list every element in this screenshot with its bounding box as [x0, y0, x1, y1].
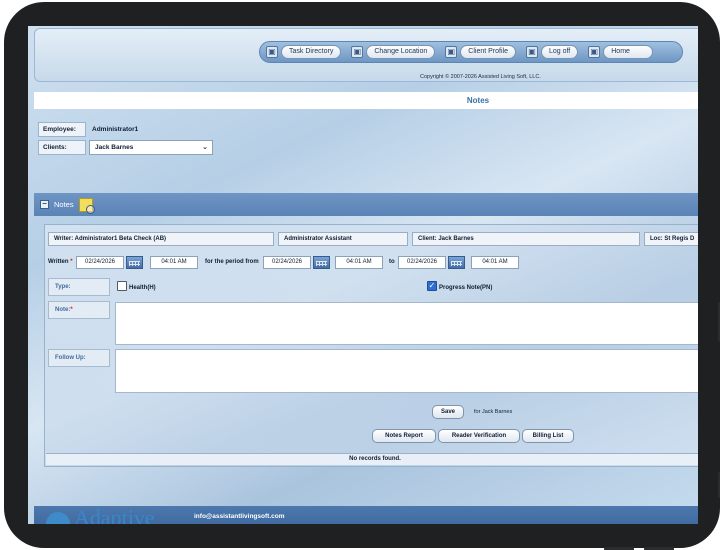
calendar-icon[interactable]: [126, 256, 143, 269]
billing-list-button[interactable]: Billing List: [522, 429, 574, 443]
employee-value: Administrator1: [92, 126, 139, 133]
writer-info: Writer: Administrator1 Beta Check (AB): [48, 232, 274, 246]
app-header: ▣ Task Directory ▣ Change Location ▣ Cli…: [34, 28, 698, 82]
nav-change-location[interactable]: ▣ Change Location: [351, 45, 436, 59]
search-notes-icon[interactable]: [78, 197, 95, 214]
app-window-icon: ▣: [525, 46, 538, 58]
nav-label: Client Profile: [460, 45, 516, 59]
written-label: Written *: [48, 259, 73, 265]
from-date-input[interactable]: 02/24/2026: [263, 256, 311, 269]
location-info: Loc: St Regis D: [644, 232, 698, 246]
to-time-input[interactable]: 04:01 AM: [471, 256, 519, 269]
notes-section-label: Notes: [54, 200, 74, 209]
app-window-icon: ▣: [588, 46, 601, 58]
reader-verification-button[interactable]: Reader Verification: [438, 429, 520, 443]
app-window-icon: ▣: [351, 46, 364, 58]
save-button[interactable]: Save: [432, 405, 464, 419]
app-window-icon: ▣: [266, 46, 278, 58]
written-date-input[interactable]: 02/24/2026: [76, 256, 124, 269]
app-window-icon: ▣: [445, 46, 458, 58]
nav-client-profile[interactable]: ▣ Client Profile: [445, 45, 516, 59]
brand-name: Adaptive: [74, 505, 155, 525]
note-textarea[interactable]: [115, 302, 698, 345]
clients-selected-value: Jack Barnes: [95, 144, 134, 151]
nav-label: Change Location: [366, 45, 436, 59]
app-screen: ▣ Task Directory ▣ Change Location ▣ Cli…: [28, 26, 698, 524]
clients-label: Clients:: [38, 140, 86, 155]
tablet-frame: ▣ Task Directory ▣ Change Location ▣ Cli…: [4, 2, 720, 550]
written-label-text: Written: [48, 259, 69, 265]
nav-label: Log off: [540, 45, 579, 59]
records-status: No records found.: [46, 453, 698, 465]
top-nav: ▣ Task Directory ▣ Change Location ▣ Cli…: [259, 41, 683, 63]
to-date-input[interactable]: 02/24/2026: [398, 256, 446, 269]
nav-home[interactable]: ▣ Home: [588, 45, 653, 59]
health-checkbox[interactable]: [117, 281, 127, 291]
client-info: Client: Jack Barnes: [412, 232, 640, 246]
save-hint: for Jack Barnes: [474, 409, 513, 415]
progress-note-checkbox[interactable]: ✓: [427, 281, 437, 291]
page-title: Notes: [34, 92, 698, 109]
app-footer: Adaptive info@assistantlivingsoft.com: [34, 506, 698, 524]
required-marker: *: [70, 307, 73, 313]
calendar-icon[interactable]: [448, 256, 465, 269]
follow-up-label: Follow Up:: [48, 349, 110, 367]
adaptive-logo-icon: [46, 512, 70, 524]
nav-label: Task Directory: [281, 45, 342, 59]
type-label: Type:: [48, 278, 110, 296]
notes-section-header: − Notes: [34, 193, 698, 216]
follow-up-textarea[interactable]: [115, 349, 698, 393]
written-time-input[interactable]: 04:01 AM: [150, 256, 198, 269]
nav-label: Home: [603, 45, 653, 59]
collapse-icon[interactable]: −: [40, 200, 49, 209]
health-label: Health(H): [129, 285, 156, 291]
note-label-text: Note:: [55, 307, 71, 313]
calendar-icon[interactable]: [313, 256, 330, 269]
note-label: Note:*: [48, 301, 110, 319]
copyright-text: Copyright © 2007-2026 Assisted Living So…: [420, 74, 541, 80]
period-label: for the period from: [205, 259, 259, 265]
required-marker: *: [70, 259, 73, 265]
progress-note-label: Progress Note(PN): [439, 285, 493, 291]
to-label: to: [389, 259, 395, 265]
from-time-input[interactable]: 04:01 AM: [335, 256, 383, 269]
clients-select[interactable]: Jack Barnes ⌄: [89, 140, 213, 155]
contact-email-link[interactable]: info@assistantlivingsoft.com: [194, 513, 285, 520]
nav-task-directory[interactable]: ▣ Task Directory: [266, 45, 342, 59]
nav-log-off[interactable]: ▣ Log off: [525, 45, 579, 59]
role-info: Administrator Assistant: [278, 232, 408, 246]
notes-report-button[interactable]: Notes Report: [372, 429, 436, 443]
employee-label: Employee:: [38, 122, 86, 137]
chevron-down-icon: ⌄: [202, 144, 208, 151]
